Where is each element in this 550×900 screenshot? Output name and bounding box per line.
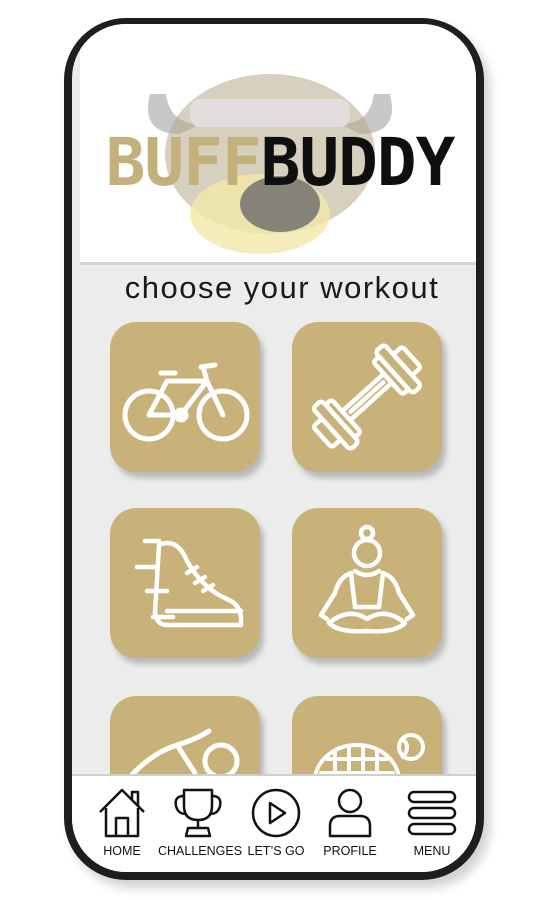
tab-menu-label: MENU bbox=[413, 844, 451, 858]
hamburger-menu-icon bbox=[407, 790, 457, 836]
logo-buff: BUFF bbox=[105, 124, 262, 201]
bicycle-icon bbox=[122, 362, 250, 442]
workout-tile-running[interactable] bbox=[110, 508, 260, 658]
person-icon bbox=[328, 788, 372, 838]
app-header: BUFFBUDDY bbox=[80, 24, 476, 265]
tab-home-label: HOME bbox=[103, 844, 141, 858]
yoga-icon bbox=[318, 524, 416, 634]
tab-menu[interactable]: MENU bbox=[392, 786, 472, 858]
bottom-tab-bar: HOME CHALLENGES LET’S GO PROFILE MENU bbox=[72, 774, 476, 872]
screen: BUFFBUDDY choose your workout HOME CHALL… bbox=[72, 24, 476, 872]
running-shoe-icon bbox=[134, 538, 244, 628]
logo-buddy: BUDDY bbox=[260, 124, 456, 201]
tab-lets-go-label: LET’S GO bbox=[247, 844, 305, 858]
tab-lets-go[interactable]: LET’S GO bbox=[236, 786, 316, 858]
tab-challenges-label: CHALLENGES bbox=[158, 844, 243, 858]
play-icon bbox=[251, 788, 301, 838]
tab-challenges[interactable]: CHALLENGES bbox=[158, 786, 243, 858]
workout-tile-cycling[interactable] bbox=[110, 322, 260, 472]
tab-home[interactable]: HOME bbox=[82, 786, 162, 858]
trophy-icon bbox=[174, 788, 222, 838]
dumbbell-icon bbox=[311, 343, 423, 451]
tab-profile-label: PROFILE bbox=[323, 844, 377, 858]
app-logo: BUFFBUDDY bbox=[90, 124, 470, 201]
workout-tile-weightlifting[interactable] bbox=[292, 322, 442, 472]
workout-tile-yoga[interactable] bbox=[292, 508, 442, 658]
home-icon bbox=[99, 788, 145, 838]
tab-profile[interactable]: PROFILE bbox=[310, 786, 390, 858]
page-title: choose your workout bbox=[124, 270, 440, 305]
phone-frame: BUFFBUDDY choose your workout HOME CHALL… bbox=[64, 18, 484, 880]
